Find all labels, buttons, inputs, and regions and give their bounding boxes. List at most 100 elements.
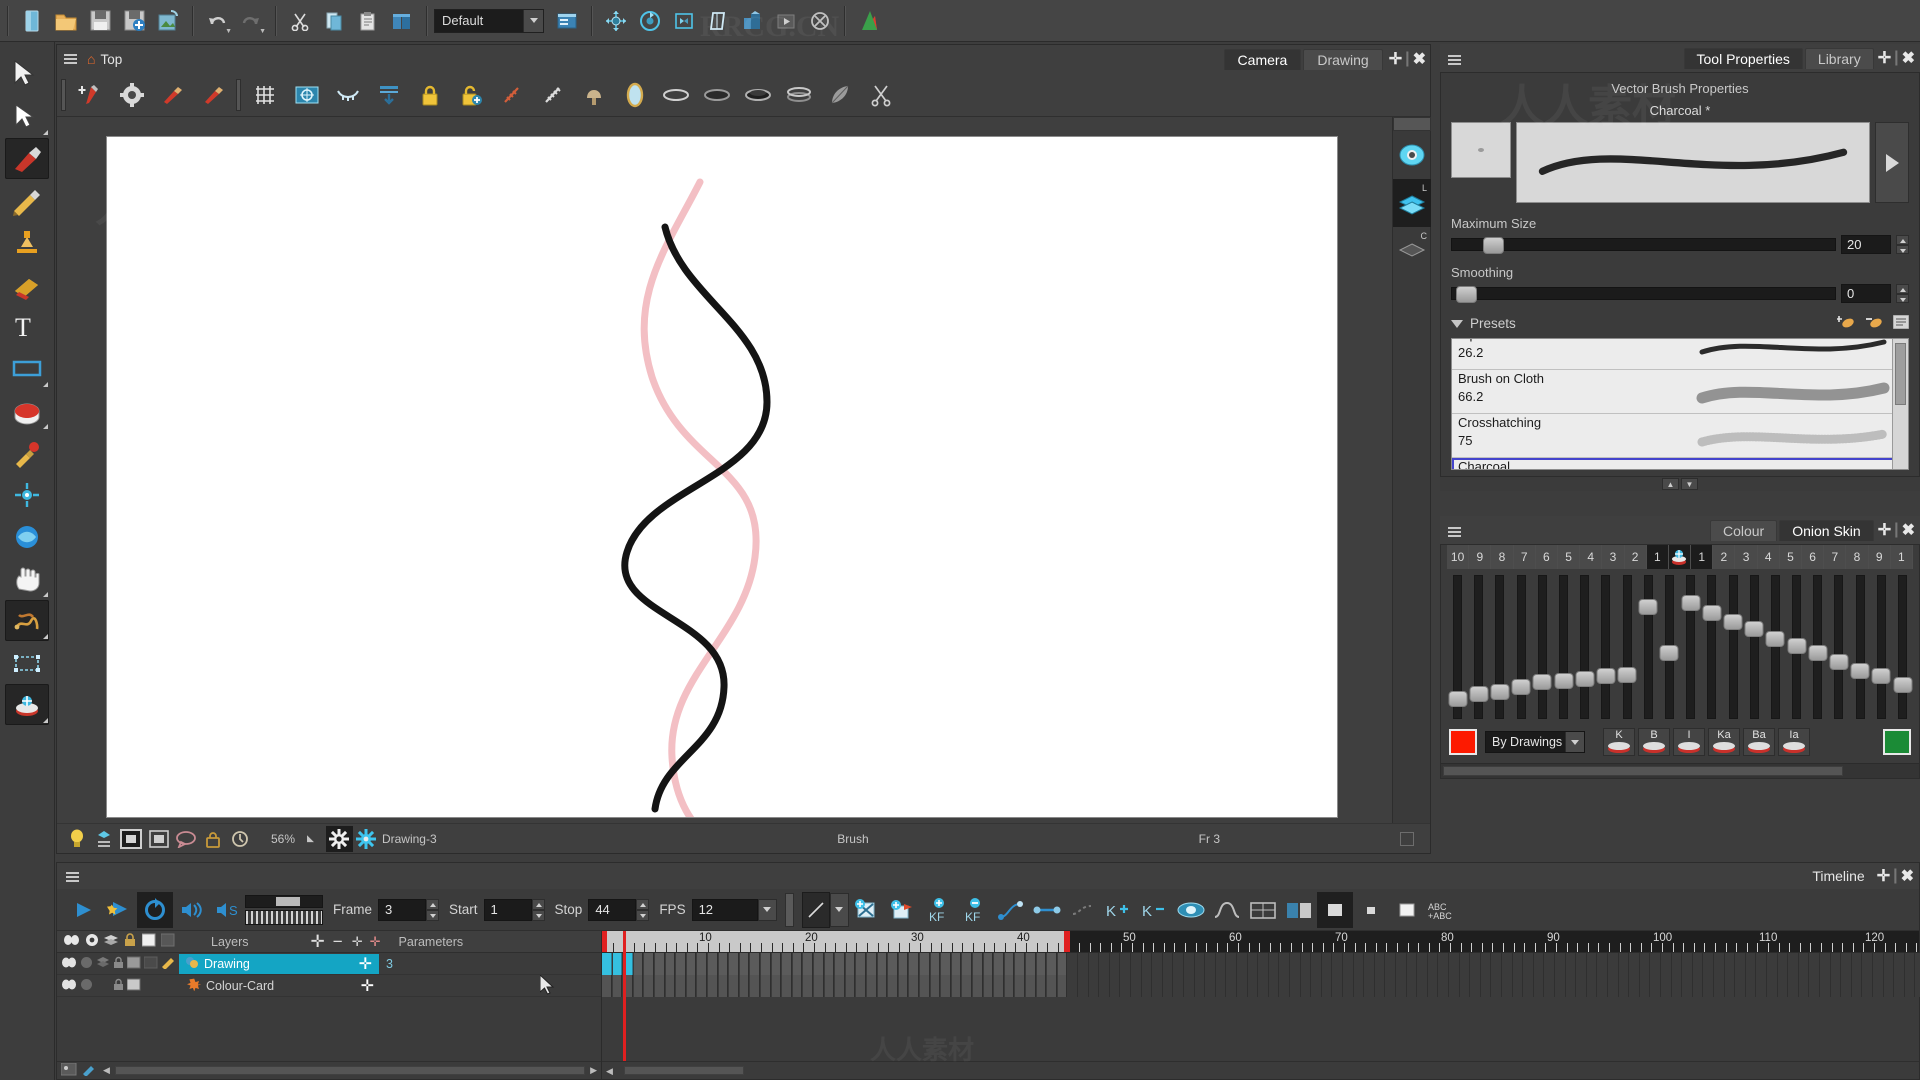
comment-icon[interactable] bbox=[172, 826, 199, 852]
scroll-down-button[interactable]: ▼ bbox=[1681, 478, 1698, 491]
frame-border-icon[interactable] bbox=[120, 828, 142, 849]
layer-lock-icon[interactable] bbox=[113, 956, 124, 972]
enable-sound-button[interactable] bbox=[173, 892, 209, 928]
ellipse-stack-icon[interactable] bbox=[778, 75, 819, 115]
onion-opacity-sliders[interactable] bbox=[1441, 569, 1919, 721]
reframe-icon[interactable] bbox=[701, 4, 735, 38]
preset-item[interactable]: Charcoal bbox=[1452, 458, 1908, 470]
tool-eraser[interactable] bbox=[5, 264, 49, 305]
onion-frame-button[interactable]: 4 bbox=[1757, 545, 1780, 569]
slider-knob[interactable] bbox=[1681, 595, 1701, 611]
fps-dropdown-icon[interactable] bbox=[757, 898, 777, 921]
chevron-down-icon[interactable] bbox=[1565, 732, 1584, 752]
panel-menu-icon[interactable] bbox=[1445, 49, 1467, 71]
preset-item[interactable]: Brush on Cloth 66.2 bbox=[1452, 370, 1908, 415]
layer-colour-swatch[interactable] bbox=[126, 956, 141, 972]
layer-visibility-icon[interactable] bbox=[61, 979, 77, 993]
layer-scroll-right-icon[interactable]: ▶ bbox=[590, 1065, 597, 1076]
interpolation-curve-icon[interactable] bbox=[801, 891, 830, 928]
onion-opacity-slider[interactable] bbox=[1532, 575, 1553, 719]
onion-frame-button[interactable]: 7 bbox=[1824, 545, 1847, 569]
preset-menu-icon[interactable] bbox=[1892, 314, 1910, 332]
slider-knob[interactable] bbox=[1765, 631, 1785, 647]
range-start-marker[interactable] bbox=[602, 931, 607, 952]
white-gear-icon[interactable] bbox=[325, 825, 353, 852]
layer-onion-icon[interactable] bbox=[96, 956, 110, 971]
undo-icon[interactable]: ▼ bbox=[200, 4, 234, 38]
remove-key-drawing-icon[interactable]: K bbox=[1137, 892, 1173, 928]
brush-stroke-preview[interactable] bbox=[1516, 122, 1870, 204]
collapse-triangle-icon[interactable] bbox=[1451, 319, 1463, 328]
add-drawing-icon[interactable] bbox=[70, 75, 111, 115]
layer-solo-icon[interactable] bbox=[80, 956, 93, 972]
onion-opacity-slider[interactable] bbox=[1617, 575, 1638, 719]
fps-input[interactable]: 12 bbox=[691, 898, 758, 921]
layer-pencil-icon[interactable] bbox=[82, 1063, 98, 1079]
show-grid-icon[interactable] bbox=[245, 75, 286, 115]
chevron-down-icon[interactable]: ▼ bbox=[259, 28, 266, 35]
open-scene-icon[interactable] bbox=[49, 4, 83, 38]
onion-opacity-slider[interactable] bbox=[1807, 575, 1828, 719]
ellipse-fill-icon[interactable] bbox=[696, 75, 737, 115]
timeline-grid[interactable] bbox=[602, 931, 1920, 1061]
toolbar-grip[interactable] bbox=[61, 78, 66, 111]
onion-frame-button[interactable]: 3 bbox=[1602, 545, 1625, 569]
frame-stepper[interactable] bbox=[426, 898, 440, 921]
panel-menu-icon[interactable] bbox=[63, 866, 85, 888]
delete-layer-icon[interactable]: − bbox=[333, 933, 343, 950]
onion-inbetween-button[interactable]: I bbox=[1673, 728, 1705, 756]
tool-onion-skin[interactable] bbox=[5, 684, 49, 725]
add-key-drawing-icon[interactable]: K bbox=[1101, 892, 1137, 928]
playhead-marker[interactable] bbox=[623, 931, 627, 1061]
solo-icon[interactable] bbox=[81, 933, 99, 950]
panel-menu-icon[interactable] bbox=[1445, 521, 1467, 543]
paste-keyframe-icon[interactable] bbox=[885, 892, 921, 928]
thumbnails-icon[interactable] bbox=[1281, 892, 1317, 928]
onion-marks-icon[interactable] bbox=[327, 75, 368, 115]
xsheet-pane[interactable]: 102030405060708090100110120130140 ◀ bbox=[602, 931, 1920, 1079]
slider-knob[interactable] bbox=[1638, 599, 1658, 616]
cut-icon[interactable] bbox=[283, 4, 317, 38]
onion-frame-button[interactable]: 10 bbox=[1447, 545, 1470, 569]
save-icon[interactable] bbox=[83, 4, 117, 38]
preset-select[interactable]: Default bbox=[434, 8, 544, 33]
tool-select-box[interactable] bbox=[5, 642, 49, 683]
stop-input[interactable]: 44 bbox=[588, 898, 637, 921]
tab-camera[interactable]: Camera bbox=[1223, 48, 1302, 70]
smoothing-value[interactable]: 0 bbox=[1841, 284, 1891, 304]
rotate-view-icon[interactable] bbox=[633, 4, 667, 38]
brush-preview-play-button[interactable] bbox=[1875, 122, 1909, 204]
onion-frame-button[interactable]: 2 bbox=[1624, 545, 1647, 569]
slider-knob[interactable] bbox=[1532, 674, 1552, 691]
tab-library[interactable]: Library bbox=[1804, 47, 1874, 69]
light-table-L-icon[interactable]: L bbox=[1393, 179, 1431, 227]
frame-input[interactable]: 3 bbox=[378, 898, 427, 921]
expand-layer-icon[interactable]: ✛ bbox=[359, 954, 379, 974]
add-panel-icon[interactable]: ✛ bbox=[1877, 866, 1890, 886]
tab-onion-skin[interactable]: Onion Skin bbox=[1779, 519, 1874, 541]
add-drawing-layer-icon[interactable]: ✛ bbox=[370, 934, 381, 950]
start-stepper[interactable] bbox=[531, 898, 545, 921]
onion-opacity-slider[interactable] bbox=[1659, 575, 1680, 719]
brush-tip-swatch[interactable] bbox=[1451, 122, 1511, 178]
maximum-size-stepper[interactable] bbox=[1896, 235, 1909, 255]
tool-brush[interactable] bbox=[5, 138, 49, 179]
onion-pivot-icon[interactable] bbox=[1668, 545, 1692, 569]
play-button[interactable] bbox=[65, 892, 101, 928]
slider-knob[interactable] bbox=[1787, 638, 1807, 655]
onion-skin-status-icon[interactable] bbox=[90, 826, 117, 852]
maximum-size-knob[interactable] bbox=[1482, 237, 1504, 255]
home-icon[interactable]: ⌂ bbox=[87, 51, 95, 67]
abc-toggle-icon[interactable]: ABC +ABC bbox=[1425, 892, 1461, 928]
onion-horizontal-scrollbar[interactable] bbox=[1441, 763, 1919, 778]
harmony-logo-icon[interactable] bbox=[852, 4, 886, 38]
scroll-up-button[interactable]: ▲ bbox=[1662, 478, 1679, 491]
tab-tool-properties[interactable]: Tool Properties bbox=[1683, 47, 1803, 69]
shade-icon[interactable] bbox=[573, 75, 614, 115]
add-keyframe-icon[interactable]: KF bbox=[921, 892, 957, 928]
onion-opacity-slider[interactable] bbox=[1871, 575, 1892, 719]
layer-thumbnail-icon[interactable] bbox=[143, 956, 158, 972]
onion-opacity-slider[interactable] bbox=[1447, 575, 1468, 719]
slider-knob[interactable] bbox=[1850, 662, 1870, 679]
tool-morph[interactable] bbox=[5, 516, 49, 557]
